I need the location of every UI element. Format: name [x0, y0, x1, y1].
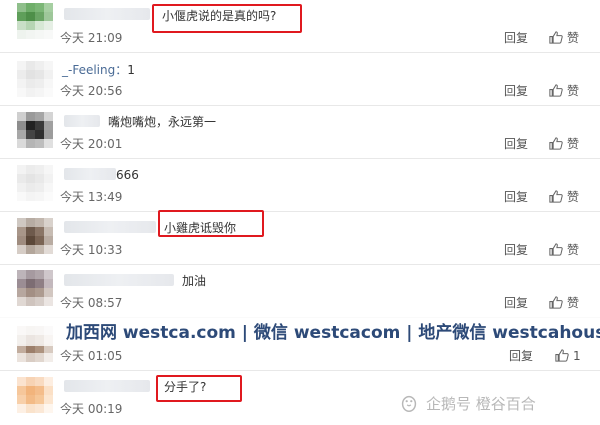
- comment-text: 加油: [182, 274, 207, 288]
- reply-button[interactable]: 回复: [504, 296, 528, 310]
- comment-row: 加油 今天 08:57 回复 赞: [0, 265, 600, 318]
- like-label: 赞: [567, 30, 580, 45]
- nickname-blurred[interactable]: [64, 115, 100, 127]
- avatar[interactable]: [17, 270, 53, 306]
- reply-button[interactable]: 回复: [504, 84, 528, 98]
- avatar[interactable]: [17, 218, 53, 254]
- thumbs-up-icon: [549, 243, 563, 256]
- thumbs-up-icon: [549, 137, 563, 150]
- comment-row: _-Feeling：1 今天 20:56 回复 赞: [0, 53, 600, 106]
- comment-time: 今天 21:09: [60, 31, 123, 45]
- reply-button[interactable]: 回复: [504, 243, 528, 257]
- avatar[interactable]: [17, 61, 53, 97]
- nickname-blurred[interactable]: [64, 274, 174, 286]
- comment-row: 小雞虎诋毁你 今天 10:33 回复 赞: [0, 210, 600, 265]
- comment-time: 今天 10:33: [60, 243, 123, 257]
- corner-watermark: 企鹅号 橙谷百合: [398, 392, 536, 414]
- comment-time: 今天 20:56: [60, 84, 123, 98]
- like-button[interactable]: 赞: [548, 83, 579, 98]
- like-count: 1: [573, 348, 581, 363]
- reply-button[interactable]: 回复: [509, 349, 533, 363]
- like-label: 赞: [567, 136, 580, 151]
- like-label: 赞: [567, 83, 580, 98]
- comment-time: 今天 01:05: [60, 349, 123, 363]
- penguin-logo-icon: [401, 395, 417, 412]
- highlight-box: [152, 4, 302, 33]
- comment-row: 小偃虎说的是真的吗? 今天 21:09 回复 赞: [0, 0, 600, 53]
- comment-text: 嘴炮嘴炮，永远第一: [108, 115, 217, 129]
- like-button[interactable]: 赞: [548, 295, 579, 310]
- reply-button[interactable]: 回复: [504, 137, 528, 151]
- watermark-text: 加西网 westca.com | 微信 westcacom | 地产微信 wes…: [66, 323, 600, 343]
- highlight-box: [156, 375, 242, 402]
- avatar[interactable]: [17, 112, 53, 148]
- comment-text: 666: [116, 168, 139, 182]
- comment-row: 666 今天 13:49 回复 赞: [0, 159, 600, 212]
- like-button[interactable]: 1: [554, 348, 581, 363]
- reply-button[interactable]: 回复: [504, 190, 528, 204]
- like-button[interactable]: 赞: [548, 30, 579, 45]
- like-button[interactable]: 赞: [548, 189, 579, 204]
- avatar[interactable]: [17, 165, 53, 201]
- comment-list: 小偃虎说的是真的吗? 今天 21:09 回复 赞 _-Feeling：1 今天 …: [0, 0, 600, 425]
- nickname[interactable]: _-Feeling：: [62, 63, 127, 77]
- nickname-blurred[interactable]: [64, 168, 116, 180]
- thumbs-up-icon: [549, 31, 563, 44]
- thumbs-up-icon: [549, 296, 563, 309]
- comment-time: 今天 00:19: [60, 402, 123, 416]
- comment-time: 今天 13:49: [60, 190, 123, 204]
- like-button[interactable]: 赞: [548, 136, 579, 151]
- avatar[interactable]: [17, 3, 53, 39]
- reply-button[interactable]: 回复: [504, 31, 528, 45]
- like-label: 赞: [567, 189, 580, 204]
- comment-text: 1: [127, 63, 135, 77]
- comment-time: 今天 20:01: [60, 137, 123, 151]
- thumbs-up-icon: [549, 84, 563, 97]
- avatar[interactable]: [17, 377, 53, 413]
- comment-row: 嘴炮嘴炮，永远第一 今天 20:01 回复 赞: [0, 106, 600, 159]
- highlight-box: [158, 210, 264, 237]
- thumbs-up-icon: [549, 190, 563, 203]
- nickname-blurred[interactable]: [64, 221, 156, 233]
- nickname-blurred[interactable]: [64, 8, 150, 20]
- thumbs-up-icon: [555, 349, 569, 362]
- like-button[interactable]: 赞: [548, 242, 579, 257]
- nickname-blurred[interactable]: [64, 380, 150, 392]
- comment-line: _-Feeling：1: [62, 62, 135, 78]
- corner-watermark-text: 企鹅号 橙谷百合: [426, 394, 536, 413]
- like-label: 赞: [567, 295, 580, 310]
- comment-time: 今天 08:57: [60, 296, 123, 310]
- like-label: 赞: [567, 242, 580, 257]
